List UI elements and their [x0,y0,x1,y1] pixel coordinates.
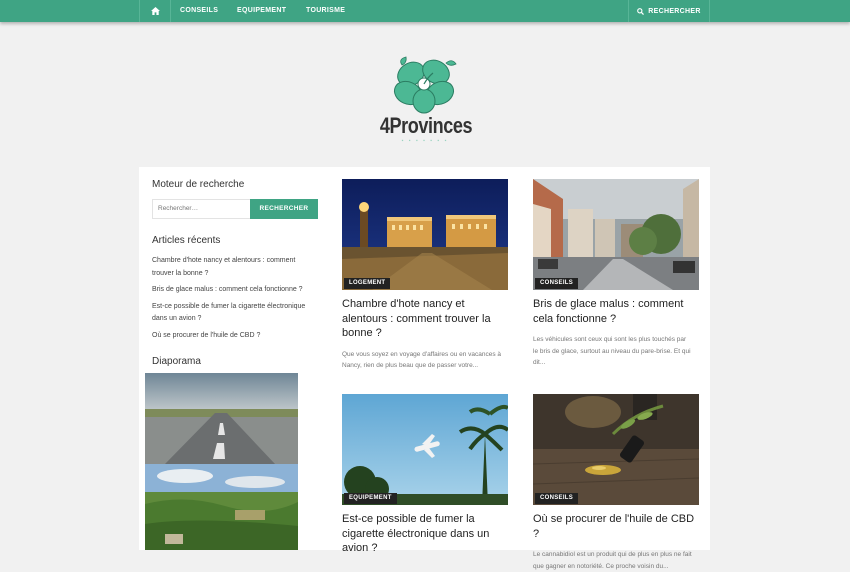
recent-article-link[interactable]: Où se procurer de l'huile de CBD ? [152,330,318,343]
site-logo-text: 4Provinces [379,113,473,138]
navbar-inner: CONSEILS EQUIPEMENT TOURISME RECHERCHER [139,0,710,22]
article-title[interactable]: Où se procurer de l'huile de CBD ? [533,512,699,541]
diaporama-title: Diaporama [152,356,201,367]
article-title[interactable]: Est-ce possible de fumer la cigarette él… [342,512,508,556]
article-thumbnail[interactable]: EQUIPEMENT [342,394,508,505]
main-navbar: CONSEILS EQUIPEMENT TOURISME RECHERCHER [0,0,850,22]
article-title[interactable]: Chambre d'hote nancy et alentours : comm… [342,297,508,341]
article-excerpt: Le cannabidiol est un produit qui de plu… [533,551,692,570]
article-card[interactable]: CONSEILS Bris de glace malus : comment c… [533,179,699,369]
sidebar-search-input[interactable]: Rechercher… [152,199,250,219]
site-logo-tagline: ▪ ▪ ▪ ▪ ▪ ▪ ▪ [401,138,449,144]
recent-article-link[interactable]: Chambre d'hote nancy et alentours : comm… [152,255,318,280]
category-badge[interactable]: EQUIPEMENT [344,493,397,504]
recent-article-link[interactable]: Est-ce possible de fumer la cigarette él… [152,301,318,326]
sidebar-search-button[interactable]: RECHERCHER [249,199,318,219]
nav-item-tourisme[interactable]: TOURISME [306,0,345,22]
home-icon [150,7,160,15]
recent-articles-title: Articles récents [152,235,221,246]
sidebar: Moteur de recherche Rechercher… RECHERCH… [152,179,318,376]
site-logo[interactable]: 4Provinces ▪ ▪ ▪ ▪ ▪ ▪ ▪ [370,55,480,147]
article-thumbnail[interactable]: CONSEILS [533,179,699,290]
recent-article-link[interactable]: Bris de glace malus : comment cela fonct… [152,284,318,297]
article-title[interactable]: Bris de glace malus : comment cela fonct… [533,297,699,326]
article-excerpt: Que vous soyez en voyage d'affaires ou e… [342,350,502,370]
article-thumbnail[interactable]: CONSEILS [533,394,699,505]
nav-item-conseils[interactable]: CONSEILS [180,0,218,22]
search-icon [637,7,645,15]
hibiscus-flower-logo-icon [393,56,457,114]
nav-home-button[interactable] [139,0,171,22]
category-badge[interactable]: CONSEILS [535,493,579,504]
nav-search-button[interactable]: RECHERCHER [628,0,710,22]
diaporama-slide-road[interactable] [145,373,298,464]
diaporama-slide-valley[interactable] [145,464,298,550]
article-excerpt: Les véhicules sont ceux qui sont les plu… [533,336,691,366]
sidebar-search-form: Rechercher… RECHERCHER [152,199,318,219]
category-badge[interactable]: LOGEMENT [344,278,391,289]
search-widget-title: Moteur de recherche [152,179,245,190]
article-card[interactable]: CONSEILS Où se procurer de l'huile de CB… [533,394,699,572]
nav-item-equipement[interactable]: EQUIPEMENT [237,0,286,22]
article-card[interactable]: LOGEMENT Chambre d'hote nancy et alentou… [342,179,508,372]
article-card[interactable]: EQUIPEMENT Est-ce possible de fumer la c… [342,394,508,556]
main-content: Moteur de recherche Rechercher… RECHERCH… [139,167,710,570]
category-badge[interactable]: CONSEILS [535,278,579,289]
nav-search-label: RECHERCHER [648,7,701,15]
article-thumbnail[interactable]: LOGEMENT [342,179,508,290]
